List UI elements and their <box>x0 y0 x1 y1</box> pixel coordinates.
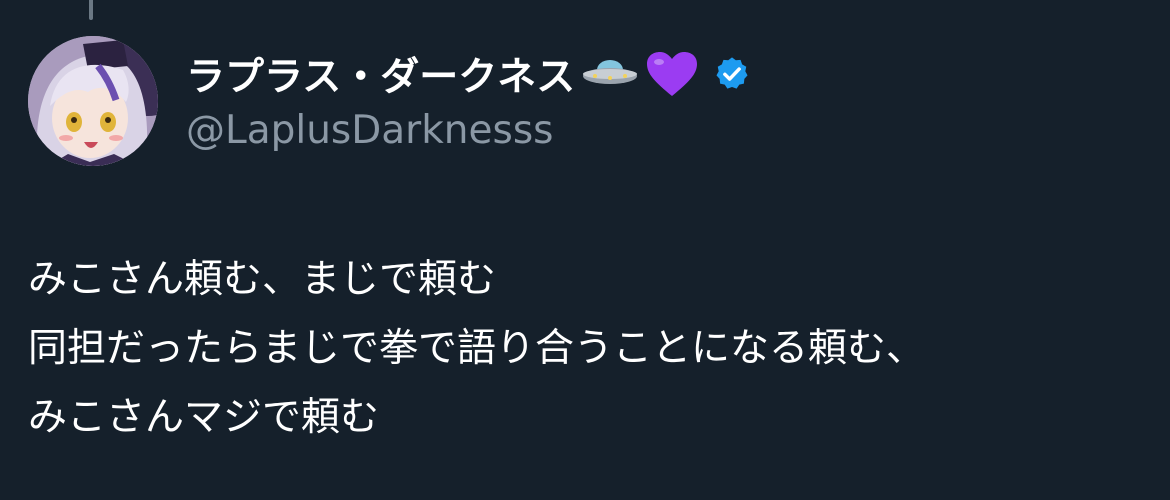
tweet-text-line: みこさんマジで頼む <box>28 395 380 440</box>
author-name-row: ラプラス・ダークネス <box>186 46 1150 102</box>
author-handle[interactable]: @LaplusDarknesss <box>186 108 1150 154</box>
author-display-name[interactable]: ラプラス・ダークネス <box>186 46 575 102</box>
thread-connector-line <box>89 0 93 20</box>
ufo-icon <box>581 54 639 94</box>
anime-character-avatar <box>28 36 158 166</box>
tweet-card[interactable]: ラプラス・ダークネス @LaplusDarknesss みこさん頼む、まじで頼む… <box>0 0 1170 500</box>
verified-badge-icon[interactable] <box>713 55 751 93</box>
tweet-author: ラプラス・ダークネス @LaplusDarknesss <box>186 46 1150 154</box>
avatar[interactable] <box>28 36 158 166</box>
tweet-text-line: みこさん頼む、まじで頼む <box>28 257 497 302</box>
tweet-text: みこさん頼む、まじで頼む 同担だったらまじで拳で語り合うことになる頼む、 みこさ… <box>28 245 1150 452</box>
tweet-text-line: 同担だったらまじで拳で語り合うことになる頼む、 <box>28 326 926 371</box>
purple-heart-icon <box>645 50 699 98</box>
